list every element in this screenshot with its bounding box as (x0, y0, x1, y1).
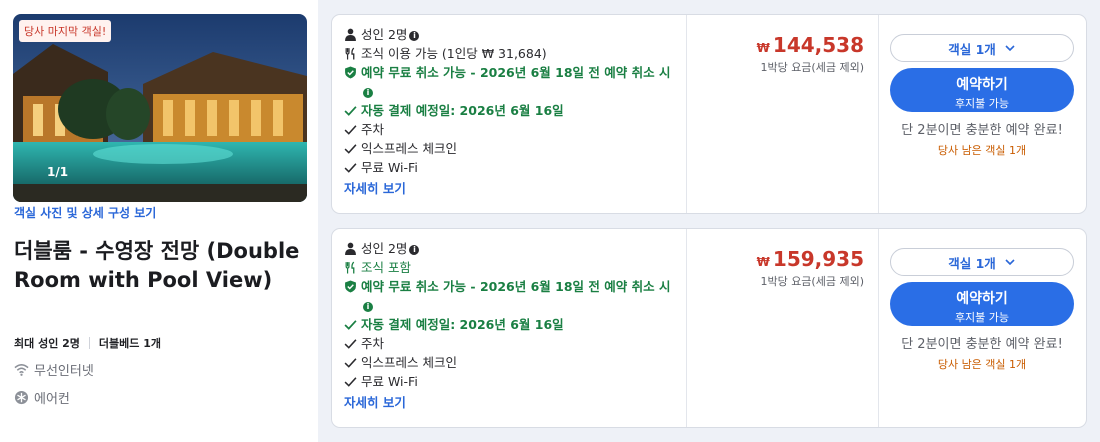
book-button[interactable]: 예약하기 후지불 가능 (890, 68, 1074, 112)
guests-text: 성인 2명 (361, 27, 408, 42)
feature-row: 무료 Wi-Fi (344, 372, 680, 391)
payment-text: 자동 결제 예정일: 2026년 6월 16일 (361, 317, 564, 332)
info-icon[interactable]: i (409, 30, 420, 41)
chevron-down-icon (1005, 259, 1015, 266)
cancel-text: 예약 무료 취소 가능 - 2026년 6월 18일 전 예약 취소 시 (361, 279, 671, 294)
room-quantity-select[interactable]: 객실 1개 (890, 34, 1074, 62)
amenity-label: 무선인터넷 (34, 364, 94, 379)
room-photos-link[interactable]: 객실 사진 및 상세 구성 보기 (14, 204, 156, 221)
details-link[interactable]: 자세히 보기 (344, 178, 680, 197)
divider (878, 15, 879, 213)
rate-inclusions: 성인 2명 i 조식 이용 가능 (1인당 ₩ 31,684) 예약 무료 취소 … (344, 25, 680, 197)
feature-text: 무료 Wi-Fi (361, 374, 418, 389)
rate-option-card: 성인 2명 i 조식 포함 예약 무료 취소 가능 - 2026년 6월 18일 … (331, 228, 1087, 428)
person-icon (345, 28, 356, 41)
feature-row: 주차 (344, 334, 680, 353)
check-icon (344, 339, 357, 349)
chevron-down-icon (1005, 45, 1015, 52)
currency-symbol: ₩ (756, 255, 770, 269)
amenity-aircon: 에어컨 (14, 388, 70, 407)
currency-symbol: ₩ (756, 41, 770, 55)
snowflake-icon (14, 390, 29, 405)
cancel-row: 예약 무료 취소 가능 - 2026년 6월 18일 전 예약 취소 시 i (344, 277, 680, 315)
guests-text: 성인 2명 (361, 241, 408, 256)
details-link[interactable]: 자세히 보기 (344, 392, 680, 411)
feature-row: 주차 (344, 120, 680, 139)
wifi-icon (14, 364, 29, 376)
book-button-sublabel: 후지불 가능 (954, 311, 1010, 324)
divider (686, 15, 687, 213)
cutlery-icon (345, 47, 355, 60)
price-block: ₩159,935 1박당 요금(세금 제외) (757, 247, 864, 289)
room-meta: 최대 성인 2명 더블베드 1개 (14, 335, 161, 351)
shield-check-icon (345, 280, 356, 293)
check-icon (344, 106, 357, 116)
check-icon (344, 144, 357, 154)
room-quantity-value: 객실 1개 (948, 41, 996, 57)
price-amount: 159,935 (772, 247, 864, 271)
price-note: 1박당 요금(세금 제외) (760, 275, 864, 288)
room-title: 더블룸 - 수영장 전망 (Double Room with Pool View… (14, 239, 300, 292)
booking-actions: 객실 1개 예약하기 후지불 가능 단 2분이면 충분한 예약 완료! 당사 남… (890, 34, 1074, 158)
room-photo[interactable]: 당사 마지막 객실! 1/1 (13, 14, 307, 202)
book-button[interactable]: 예약하기 후지불 가능 (890, 282, 1074, 326)
book-button-label: 예약하기 (956, 291, 1008, 307)
room-quantity-select[interactable]: 객실 1개 (890, 248, 1074, 276)
divider (88, 337, 90, 349)
feature-row: 익스프레스 체크인 (344, 353, 680, 372)
feature-text: 주차 (361, 336, 385, 351)
payment-row: 자동 결제 예정일: 2026년 6월 16일 (344, 315, 680, 334)
amenity-wifi: 무선인터넷 (14, 360, 94, 379)
price-amount: 144,538 (772, 33, 864, 57)
book-button-label: 예약하기 (956, 77, 1008, 93)
check-icon (344, 320, 357, 330)
info-icon[interactable]: i (409, 244, 420, 255)
feature-text: 익스프레스 체크인 (361, 141, 457, 156)
check-icon (344, 358, 357, 368)
quick-booking-note: 단 2분이면 충분한 예약 완료! (901, 123, 1063, 138)
divider (686, 229, 687, 427)
shield-check-icon (345, 66, 356, 79)
meal-text: 조식 포함 (361, 260, 411, 275)
meal-row: 조식 이용 가능 (1인당 ₩ 31,684) (344, 44, 680, 63)
room-summary-panel: 당사 마지막 객실! 1/1 객실 사진 및 상세 구성 보기 더블룸 - 수영… (0, 0, 318, 442)
book-button-sublabel: 후지불 가능 (954, 97, 1010, 110)
price-block: ₩144,538 1박당 요금(세금 제외) (757, 33, 864, 75)
meal-text: 조식 이용 가능 (1인당 ₩ 31,684) (361, 46, 547, 61)
feature-text: 무료 Wi-Fi (361, 160, 418, 175)
person-icon (345, 242, 356, 255)
max-guests: 최대 성인 2명 (14, 337, 80, 350)
rate-option-card: 성인 2명 i 조식 이용 가능 (1인당 ₩ 31,684) 예약 무료 취소 … (331, 14, 1087, 214)
info-icon[interactable]: i (363, 301, 373, 312)
rooms-remaining: 당사 남은 객실 1개 (937, 144, 1027, 157)
quick-booking-note: 단 2분이면 충분한 예약 완료! (901, 337, 1063, 352)
cutlery-icon (345, 261, 355, 274)
divider (878, 229, 879, 427)
payment-row: 자동 결제 예정일: 2026년 6월 16일 (344, 101, 680, 120)
feature-row: 익스프레스 체크인 (344, 139, 680, 158)
feature-text: 주차 (361, 122, 385, 137)
booking-actions: 객실 1개 예약하기 후지불 가능 단 2분이면 충분한 예약 완료! 당사 남… (890, 248, 1074, 372)
meal-row: 조식 포함 (344, 258, 680, 277)
guests-row: 성인 2명 i (344, 239, 680, 258)
amenity-label: 에어컨 (34, 392, 70, 407)
bed-type: 더블베드 1개 (98, 337, 162, 350)
photo-counter: 1/1 (47, 165, 69, 179)
rate-inclusions: 성인 2명 i 조식 포함 예약 무료 취소 가능 - 2026년 6월 18일 … (344, 239, 680, 411)
price-note: 1박당 요금(세금 제외) (760, 61, 864, 74)
cancel-text: 예약 무료 취소 가능 - 2026년 6월 18일 전 예약 취소 시 (361, 65, 671, 80)
last-room-badge: 당사 마지막 객실! (19, 20, 112, 42)
feature-text: 익스프레스 체크인 (361, 355, 457, 370)
check-icon (344, 377, 357, 387)
cancel-row: 예약 무료 취소 가능 - 2026년 6월 18일 전 예약 취소 시 i (344, 63, 680, 101)
guests-row: 성인 2명 i (344, 25, 680, 44)
feature-row: 무료 Wi-Fi (344, 158, 680, 177)
rooms-remaining: 당사 남은 객실 1개 (937, 358, 1027, 371)
payment-text: 자동 결제 예정일: 2026년 6월 16일 (361, 103, 564, 118)
room-quantity-value: 객실 1개 (948, 255, 996, 271)
check-icon (344, 163, 357, 173)
check-icon (344, 125, 357, 135)
info-icon[interactable]: i (363, 87, 373, 98)
